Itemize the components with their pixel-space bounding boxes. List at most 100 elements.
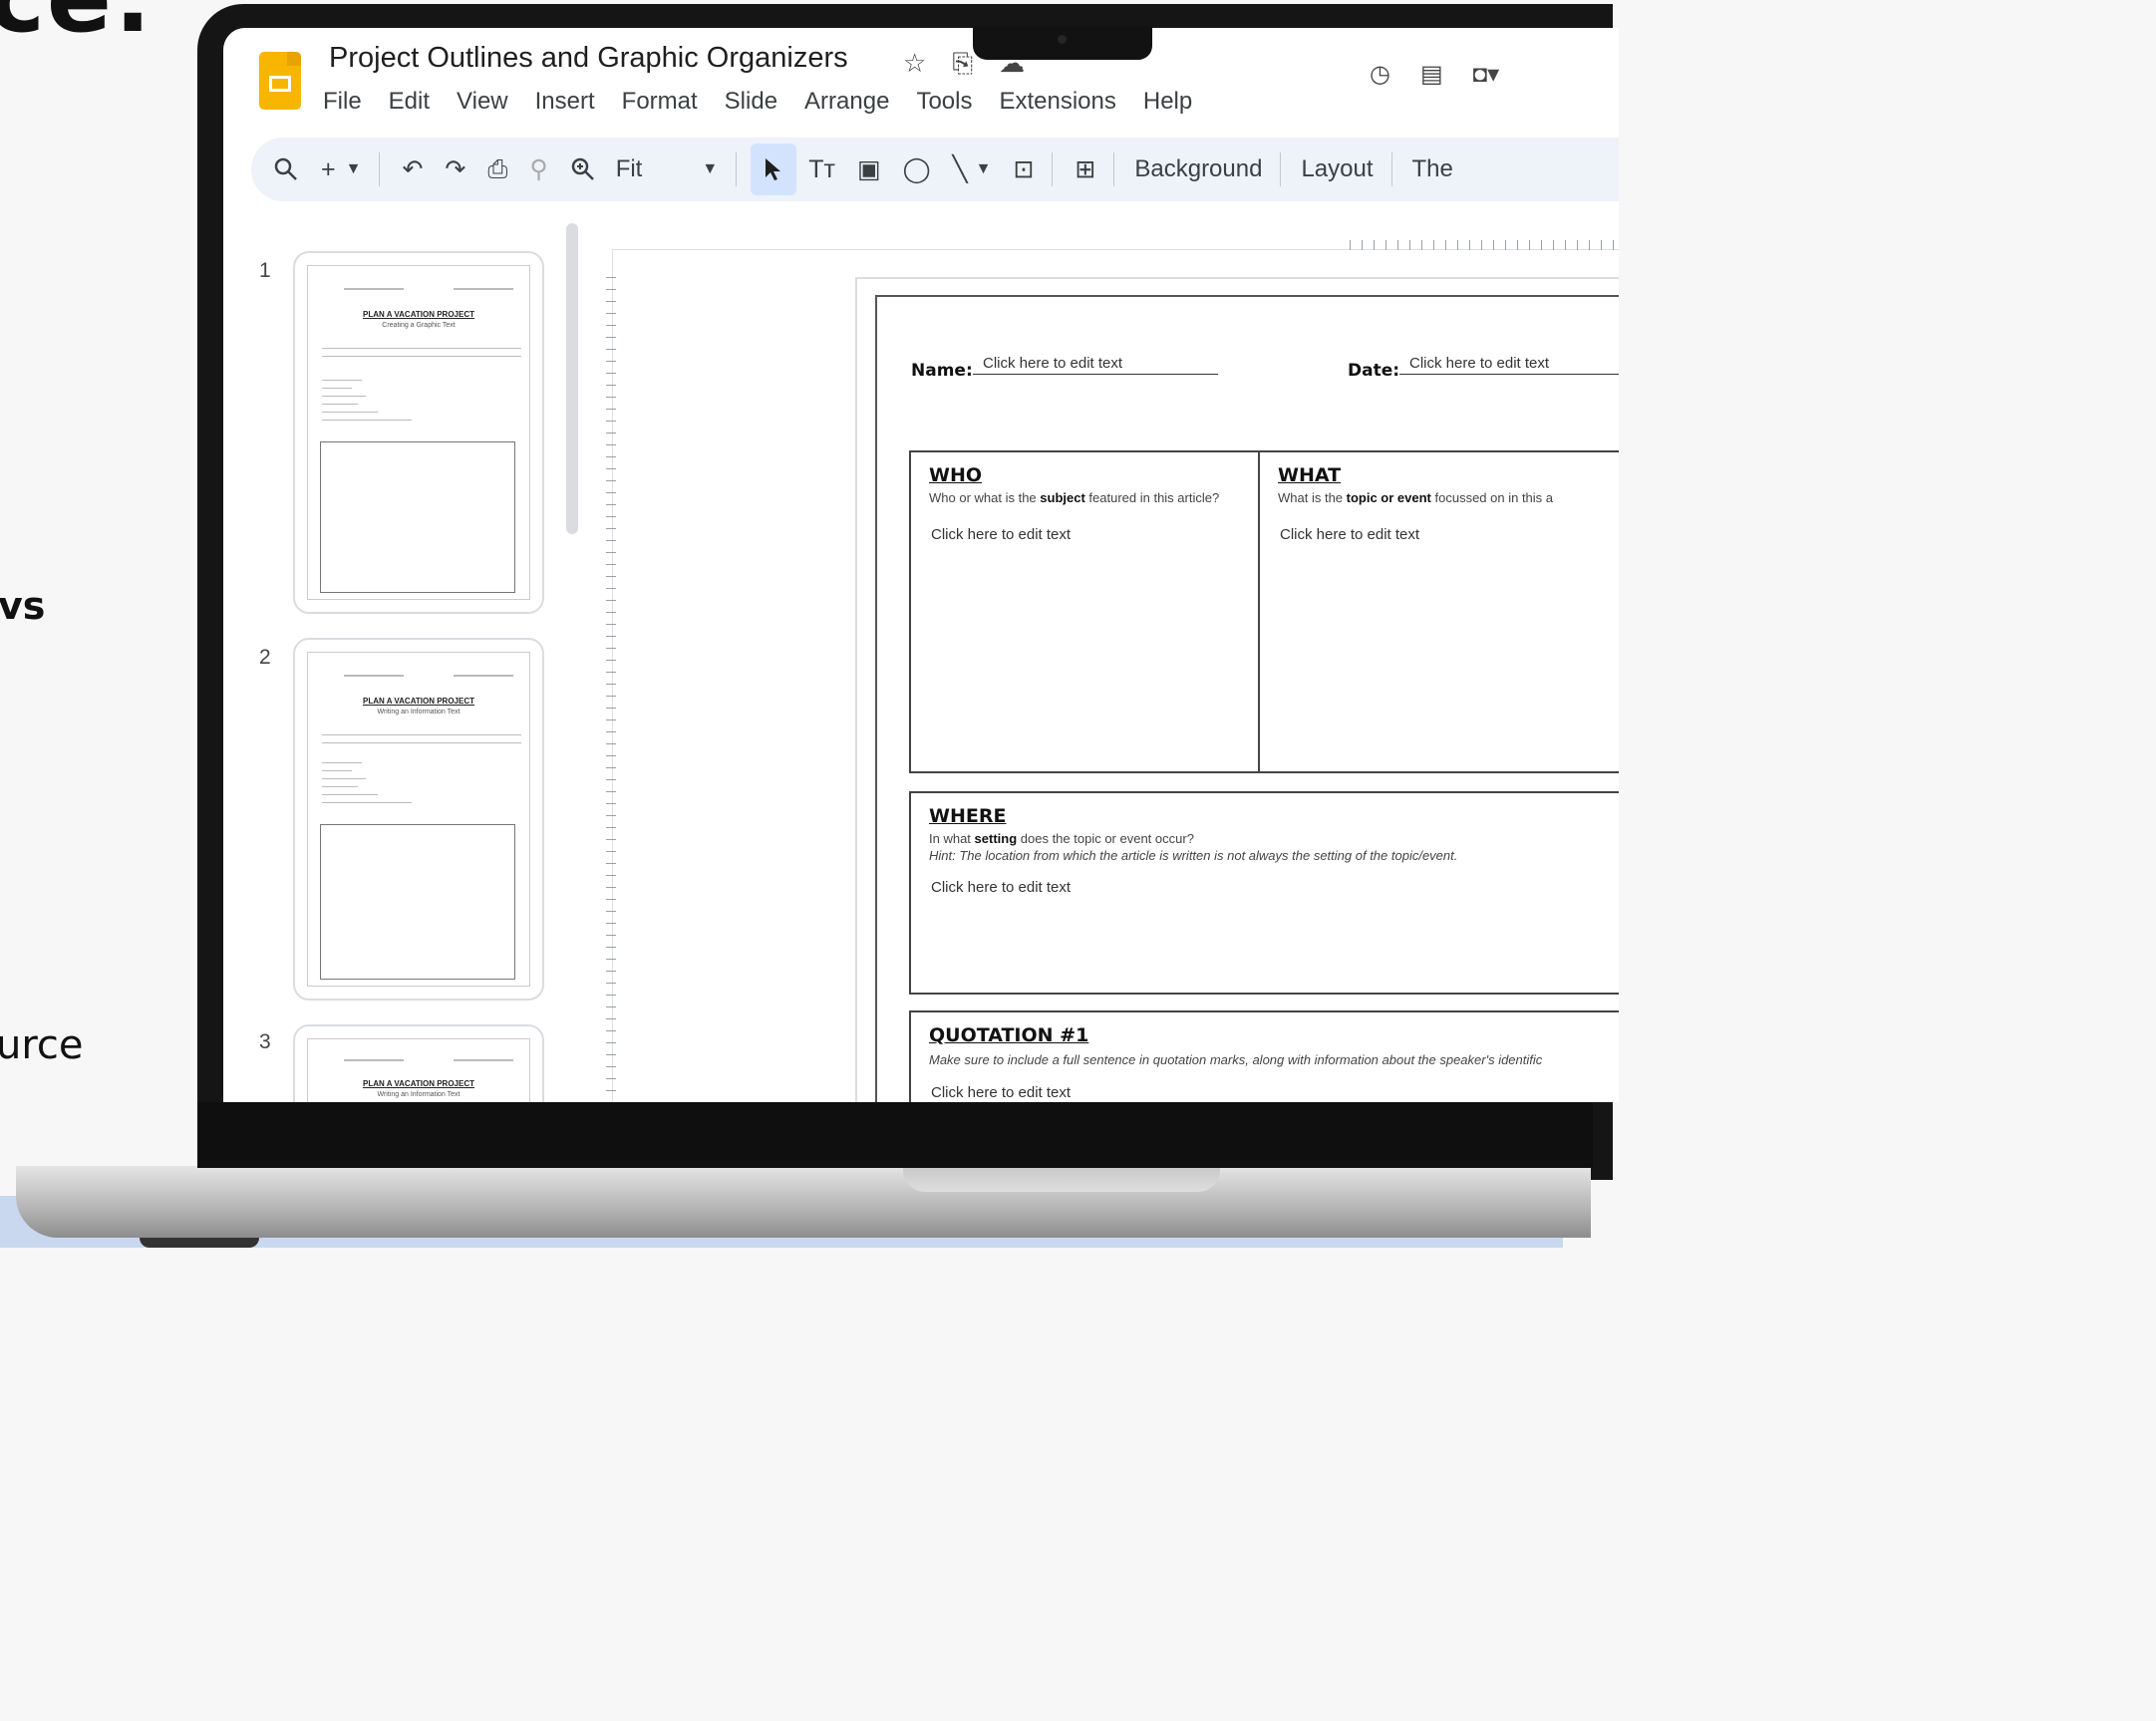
zoom-dropdown-icon[interactable]: ▼ [702,160,718,178]
thumb-line [344,288,404,290]
menu-view[interactable]: View [457,88,508,116]
background-text-fragment-bottom: urce [0,1022,84,1068]
menu-insert[interactable]: Insert [535,88,595,116]
thumb-line [322,786,358,787]
thumb-line [344,1059,404,1061]
menu-file[interactable]: File [323,88,362,116]
who-heading: WHO [929,464,983,486]
history-icon[interactable]: ◷ [1370,60,1390,89]
quotation-heading: QUOTATION #1 [929,1024,1089,1046]
layout-button[interactable]: Layout [1301,155,1373,183]
thumbnail-page: PLAN A VACATION PROJECT Writing an Infor… [307,1038,530,1102]
thumbnail-subtitle: Creating a Graphic Text [382,322,456,329]
select-tool-icon[interactable] [751,143,797,195]
what-edit-text[interactable]: Click here to edit text [1280,526,1419,543]
zoom-icon[interactable] [570,156,596,182]
name-label: Name: [911,361,973,381]
new-slide-icon[interactable]: + [321,155,336,184]
thumb-line [322,356,521,357]
what-box[interactable]: WHAT What is the topic or event focussed… [1258,450,1619,773]
who-edit-text[interactable]: Click here to edit text [931,526,1071,543]
search-menus-icon[interactable] [273,156,299,182]
slide-thumbnail-1[interactable]: PLAN A VACATION PROJECT Creating a Graph… [293,251,544,614]
slide-thumbnail-2[interactable]: PLAN A VACATION PROJECT Writing an Infor… [293,638,544,1001]
zoom-select[interactable]: Fit [616,155,643,183]
slide-page[interactable]: Name: Click here to edit text Date: Clic… [855,277,1619,1102]
thumbnail-table [320,824,515,980]
thumb-line [322,802,412,803]
thumbnail-subtitle: Writing an Information Text [377,1091,461,1098]
background-heading-fragment: ce: [0,0,154,54]
camera-icon [1058,35,1067,44]
menu-tools[interactable]: Tools [916,88,972,116]
thumbnail-title: PLAN A VACATION PROJECT [362,1079,474,1088]
thumb-line [322,778,366,779]
print-icon[interactable]: ⎙ [487,155,507,184]
document-title[interactable]: Project Outlines and Graphic Organizers [329,42,848,75]
laptop-bezel-bottom [197,1102,1593,1168]
insert-video-icon[interactable]: ⊡ [1013,154,1034,184]
thumb-line [322,794,378,795]
toolbar-separator [1280,152,1282,186]
slide-number: 2 [259,646,271,669]
quotation-hint: Make sure to include a full sentence in … [929,1052,1543,1067]
text-box-icon[interactable]: Tт [808,155,835,184]
toolbar: + ▼ ↶ ↷ ⎙ ⚲ Fit ▼ Tт ▣ ◯ ╲ ▼ ⊡ ⊞ Backgro… [251,138,1619,201]
star-icon[interactable]: ☆ [903,48,926,80]
paint-format-icon[interactable]: ⚲ [529,154,547,184]
toolbar-separator [379,152,381,186]
move-to-folder-icon[interactable]: ⎘ [952,48,973,80]
menu-format[interactable]: Format [622,88,698,116]
meet-icon[interactable]: ◘▾ [1473,60,1500,89]
new-slide-dropdown-icon[interactable]: ▼ [346,160,362,178]
where-description: In what setting does the topic or event … [929,831,1194,846]
quotation-box[interactable]: QUOTATION #1 Make sure to include a full… [909,1010,1619,1102]
thumb-line [322,762,362,763]
thumbnail-page: PLAN A VACATION PROJECT Writing an Infor… [307,652,530,987]
add-comment-icon[interactable]: ⊞ [1075,154,1095,184]
laptop-lid-notch [903,1166,1220,1192]
where-hint: Hint: The location from which the articl… [929,848,1458,863]
thumb-line [322,734,521,735]
menu-help[interactable]: Help [1143,88,1192,116]
background-button[interactable]: Background [1134,155,1262,183]
thumb-line [454,288,513,290]
toolbar-separator [1390,152,1392,186]
thumb-line [322,388,352,389]
thumb-line [322,348,521,349]
menu-edit[interactable]: Edit [389,88,430,116]
slides-logo-icon[interactable] [259,52,301,110]
menu-slide[interactable]: Slide [725,88,777,116]
where-box[interactable]: WHERE In what setting does the topic or … [909,791,1619,995]
background-text-fragment: vs [0,584,46,628]
thumbnail-subtitle: Writing an Information Text [377,709,461,716]
thumb-line [322,770,352,771]
slide-number: 3 [259,1030,271,1053]
name-field[interactable]: Click here to edit text [973,355,1218,375]
thumbnail-title: PLAN A VACATION PROJECT [362,697,474,706]
insert-image-icon[interactable]: ▣ [857,154,881,184]
line-icon[interactable]: ╲ [953,154,968,184]
filmstrip-scrollbar[interactable] [566,223,578,534]
menu-bar: File Edit View Insert Format Slide Arran… [323,88,1192,116]
menu-extensions[interactable]: Extensions [999,88,1115,116]
slide-thumbnail-3[interactable]: PLAN A VACATION PROJECT Writing an Infor… [293,1024,544,1102]
quotation-edit-text[interactable]: Click here to edit text [931,1084,1071,1101]
undo-icon[interactable]: ↶ [402,154,423,184]
thumb-line [344,675,404,677]
thumb-line [454,1059,513,1061]
comments-icon[interactable]: ▤ [1420,60,1443,89]
line-dropdown-icon[interactable]: ▼ [976,160,992,178]
date-field[interactable]: Click here to edit text [1399,355,1619,375]
toolbar-separator [736,152,738,186]
shape-icon[interactable]: ◯ [903,154,931,184]
laptop-screen: Project Outlines and Graphic Organizers … [223,28,1619,1102]
where-edit-text[interactable]: Click here to edit text [931,879,1071,896]
header-right-icons: ◷ ▤ ◘▾ [1370,60,1499,89]
who-box[interactable]: WHO Who or what is the subject featured … [909,450,1260,773]
thumb-line [322,420,412,421]
theme-button[interactable]: The [1412,155,1453,183]
redo-icon[interactable]: ↷ [445,154,465,184]
menu-arrange[interactable]: Arrange [804,88,889,116]
thumbnail-page: PLAN A VACATION PROJECT Creating a Graph… [307,265,530,600]
